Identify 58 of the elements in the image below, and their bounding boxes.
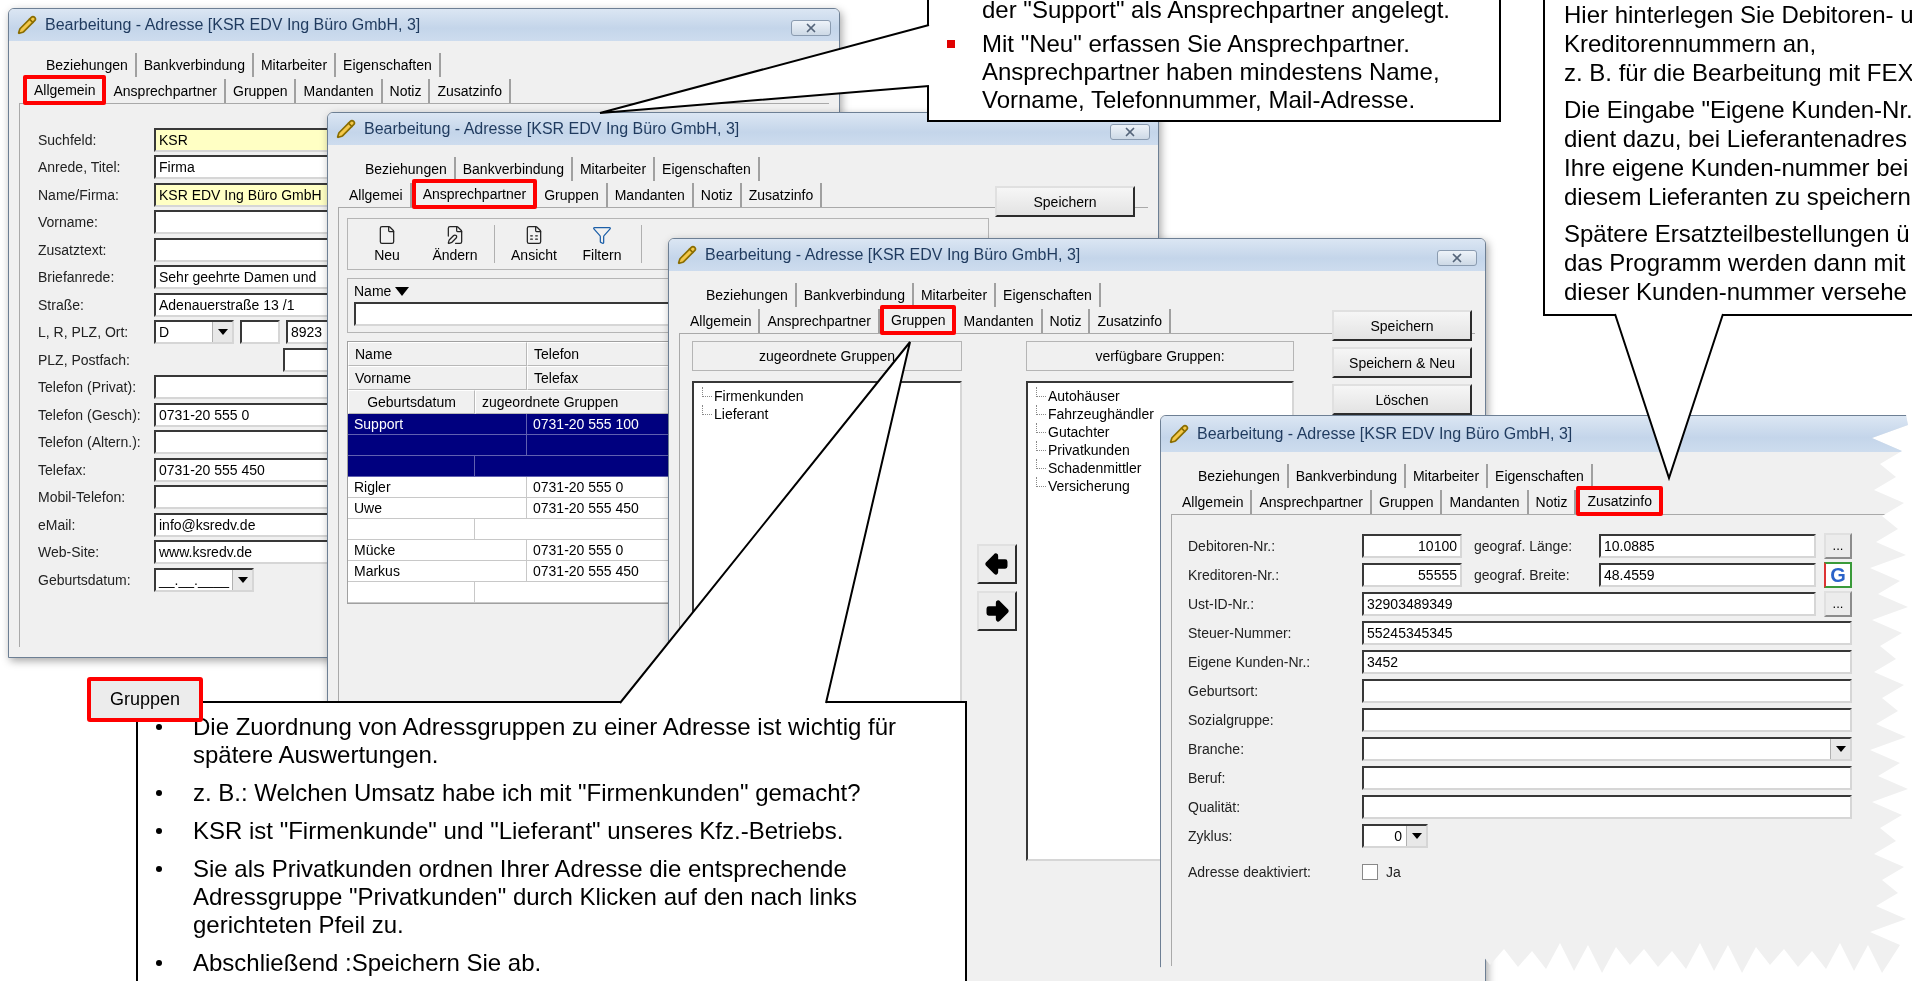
- callout-text: Ihre eigene Kunden-nummer bei: [1564, 153, 1910, 182]
- field-label: Debitoren-Nr.:: [1188, 537, 1277, 554]
- field-label: Eigene Kunden-Nr.:: [1188, 653, 1312, 670]
- table-cell: Uwe: [348, 498, 527, 519]
- field-label: Geburtsdatum:: [38, 571, 132, 588]
- field-label: eMail:: [38, 516, 77, 533]
- window-title: Bearbeitung - Adresse [KSR EDV Ing Büro GmbH, 3]: [705, 246, 1082, 264]
- callout-text: Die Eingabe "Eigene Kunden-Nr.: [1564, 95, 1912, 124]
- field-label: Briefanrede:: [38, 269, 116, 286]
- window-title: Bearbeitung - Adresse [KSR EDV Ing Büro GmbH, 3]: [45, 16, 422, 34]
- callout-text: Spätere Ersatzteilbestellungen ü: [1564, 219, 1911, 248]
- field-label: Branche:: [1188, 740, 1246, 757]
- field-label: Adresse deaktiviert:: [1188, 864, 1312, 880]
- field-label: Kreditoren-Nr.:: [1188, 566, 1281, 583]
- callout-text: KSR ist "Firmenkunde" und "Lieferant" unseres Kfz.-Betriebs.: [193, 817, 845, 845]
- callout-text: dieser Kunden-nummer versehe: [1564, 277, 1908, 306]
- callout-text: Abschließend :Speichern Sie ab.: [193, 949, 543, 977]
- callout-text: Hier hinterlegen Sie Debitoren- u: [1564, 0, 1912, 29]
- field-label: geograf. Breite:: [1473, 566, 1571, 583]
- callout-text: Mit "Neu" erfassen Sie Ansprechpartner. Ansprechpartner haben mindestens Name, Vorname, Telefonnummer, Mail-Adresse.: [982, 30, 1441, 114]
- callout-text: der "Support" als Ansprechpartner angelegt.: [982, 0, 1451, 24]
- callout-text: z. B.: Welchen Umsatz habe ich mit "Firmenkunden" gemacht?: [193, 779, 862, 807]
- window-title: Bearbeitung - Adresse [KSR EDV Ing Büro GmbH, 3]: [364, 120, 741, 138]
- window-title: Bearbeitung - Adresse [KSR EDV Ing Büro GmbH, 3]: [1197, 425, 1574, 443]
- field-label: Mobil-Telefon:: [38, 489, 127, 506]
- field-label: Suchfeld:: [38, 131, 98, 148]
- field-label: Telefax:: [38, 461, 88, 478]
- field-label: Geburtsort:: [1188, 682, 1260, 699]
- group-header: verfügbare Gruppen:: [1026, 341, 1294, 371]
- field-label: Zusatztext:: [38, 241, 108, 258]
- callout-text: das Programm werden dann mit: [1564, 248, 1907, 277]
- field-label: Steuer-Nummer:: [1188, 624, 1293, 641]
- callout-text: Sie als Privatkunden ordnen Ihrer Adresse die entsprechende Adressgruppe "Privatkunden" durch Klicken auf den nach links gerichteten Pfeil zu.: [193, 855, 859, 939]
- field-label: Sozialgruppe:: [1188, 711, 1275, 728]
- field-label: Anrede, Titel:: [38, 159, 122, 176]
- table-cell: Rigler: [348, 477, 527, 498]
- callout-text: Kreditorennummern an,: [1564, 29, 1818, 58]
- field-label: Name/Firma:: [38, 186, 120, 203]
- field-label: PLZ, Postfach:: [38, 351, 131, 368]
- table-cell: Support: [348, 414, 527, 435]
- field-label: Web-Site:: [38, 544, 101, 561]
- field-label: Beruf:: [1188, 769, 1227, 786]
- field-label: Qualität:: [1188, 798, 1242, 815]
- callout-text: diesem Lieferanten zu speichern: [1564, 182, 1912, 211]
- field-label: Ust-ID-Nr.:: [1188, 595, 1256, 612]
- field-label: Vorname:: [38, 214, 99, 231]
- callout-text: dient dazu, bei Lieferantenadres: [1564, 124, 1908, 153]
- field-label: geograf. Länge:: [1473, 537, 1574, 554]
- table-cell: Markus: [348, 561, 527, 582]
- field-label: L, R, PLZ, Ort:: [38, 324, 130, 341]
- field-label: Telefon (Gesch):: [38, 406, 142, 423]
- field-label: Telefon (Altern.):: [38, 434, 142, 451]
- group-header: zugeordnete Gruppen: [692, 341, 962, 371]
- field-label: Telefon (Privat):: [38, 379, 138, 396]
- field-label: Straße:: [38, 296, 85, 313]
- table-cell: Mücke: [348, 540, 527, 561]
- field-label: Zyklus:: [1188, 827, 1234, 844]
- checkbox-label: Ja: [1386, 864, 1401, 880]
